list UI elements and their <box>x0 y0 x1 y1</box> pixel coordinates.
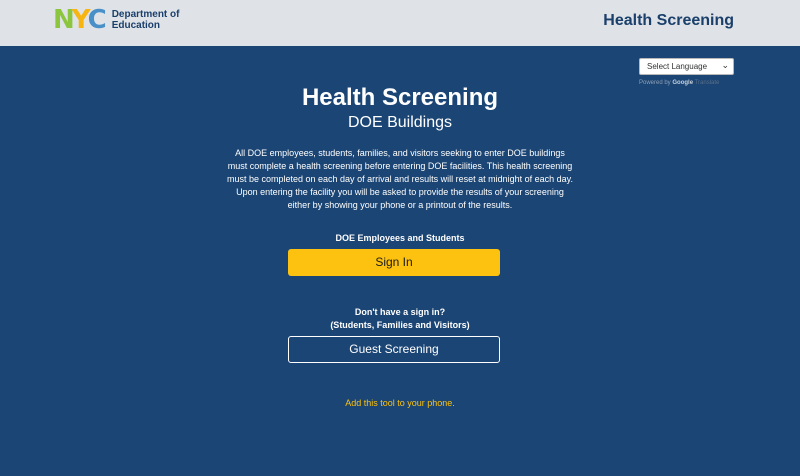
page: N Y C Department of Education Health Scr… <box>0 0 800 476</box>
page-title: Health Screening <box>301 84 499 111</box>
nyc-doe-logo[interactable]: N Y C Department of Education <box>53 7 179 33</box>
language-select[interactable]: Select Language ⌄ <box>639 58 734 75</box>
nyc-logo-mark: N Y C <box>53 5 107 35</box>
no-signin-line2: (Students, Families and Visitors) <box>330 320 470 330</box>
header-title: Health Screening <box>603 12 734 29</box>
screening-description: All DOE employees, students, families, a… <box>220 147 580 212</box>
page-subtitle: DOE Buildings <box>347 114 453 131</box>
department-name-line1: Department of <box>111 9 180 20</box>
no-signin-line1: Don't have a sign in? <box>354 307 446 317</box>
guest-screening-button[interactable]: Guest Screening <box>288 336 500 363</box>
description-line: must complete a health screening before … <box>227 161 573 171</box>
description-line: Upon entering the facility you will be a… <box>236 187 564 197</box>
department-name: Department of Education <box>112 9 180 31</box>
add-tool-link[interactable]: Add this tool to your phone. <box>0 398 800 408</box>
sign-in-button[interactable]: Sign In <box>288 249 500 276</box>
description-line: must be completed on each day of arrival… <box>226 174 573 184</box>
nyc-logo-letter-y: Y <box>71 5 91 35</box>
header: N Y C Department of Education Health Scr… <box>0 0 800 46</box>
description-line: All DOE employees, students, families, a… <box>235 148 565 158</box>
chevron-down-icon: ⌄ <box>721 60 729 70</box>
no-signin-prompt: Don't have a sign in? (Students, Familie… <box>0 306 800 332</box>
employees-label: DOE Employees and Students <box>335 233 465 243</box>
department-name-line2: Education <box>111 20 161 31</box>
nyc-logo-letter-c: C <box>87 5 107 35</box>
nyc-logo-letter-n: N <box>53 5 75 35</box>
language-select-label: Select Language <box>647 62 708 71</box>
description-line: either by showing your phone or a printo… <box>287 200 513 210</box>
